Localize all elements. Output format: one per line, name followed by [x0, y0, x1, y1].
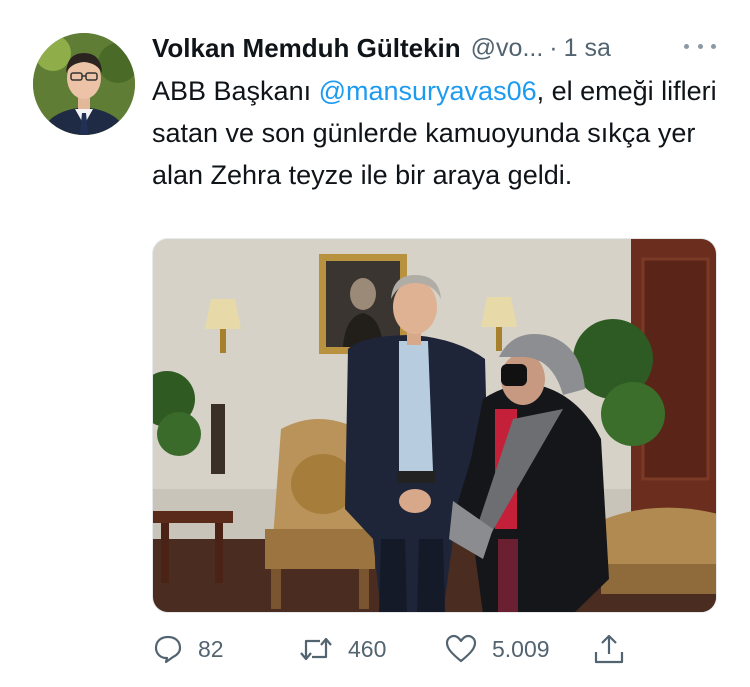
speech-bubble-icon[interactable] [152, 633, 184, 665]
avatar-image [33, 33, 135, 135]
author-name[interactable]: Volkan Memduh Gültekin [152, 33, 461, 64]
mention-link[interactable]: @mansuryavas06 [319, 76, 537, 106]
like-count: 5.009 [492, 635, 550, 662]
like-action[interactable]: 5.009 [444, 628, 550, 670]
tweet-text: ABB Başkanı @mansuryavas06, el emeği lif… [152, 70, 732, 196]
share-action[interactable] [592, 628, 626, 670]
share-icon[interactable] [592, 632, 626, 666]
retweet-icon[interactable] [298, 633, 334, 665]
separator-dot: · [549, 33, 558, 62]
author-avatar[interactable] [33, 33, 135, 135]
tweet-text-prefix: ABB Başkanı [152, 76, 319, 106]
heart-icon[interactable] [444, 633, 478, 665]
tweet-header: Volkan Memduh Gültekin @vo... · 1 sa [152, 30, 722, 66]
retweet-count: 460 [348, 635, 387, 662]
tweet-photo[interactable] [152, 238, 717, 613]
tweet-timestamp[interactable]: 1 sa [564, 34, 611, 63]
retweet-action[interactable]: 460 [298, 628, 386, 670]
photo-image [153, 239, 716, 612]
reply-action[interactable]: 82 [152, 628, 224, 670]
more-dots-icon[interactable] [684, 34, 716, 58]
reply-count: 82 [198, 635, 224, 662]
author-handle[interactable]: @vo... [471, 34, 544, 63]
tweet-actions: 82 460 5.009 [152, 628, 722, 670]
